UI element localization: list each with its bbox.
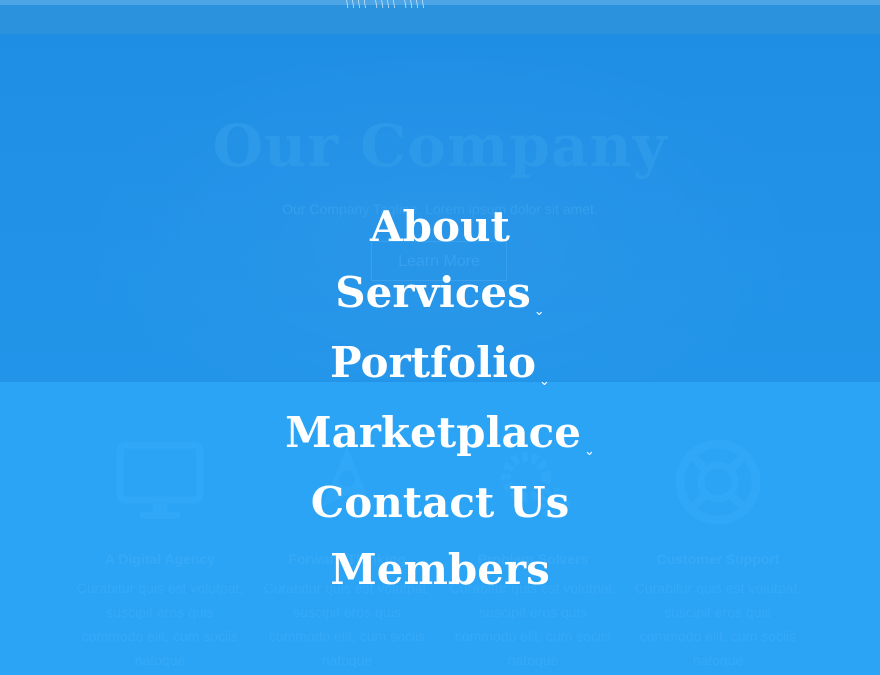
overlay-menu: About Services ⌄ Portfolio ⌄ Marketplace ⌄ … — [0, 0, 880, 675]
menu-item-label: Portfolio — [330, 338, 537, 387]
menu-item-about[interactable]: About — [0, 197, 880, 257]
menu-item-label: Services — [335, 268, 531, 317]
menu-item-portfolio[interactable]: Portfolio ⌄ — [0, 333, 880, 412]
menu-item-marketplace[interactable]: Marketplace ⌄ — [0, 403, 880, 482]
menu-item-label: Contact Us — [310, 478, 570, 527]
menu-item-label: About — [370, 202, 510, 251]
menu-item-services[interactable]: Services ⌄ — [0, 263, 880, 342]
menu-item-label: Members — [330, 545, 550, 594]
menu-item-label: Marketplace — [285, 408, 581, 457]
menu-item-contact-us[interactable]: Contact Us — [0, 473, 880, 533]
menu-item-members[interactable]: Members — [0, 540, 880, 600]
